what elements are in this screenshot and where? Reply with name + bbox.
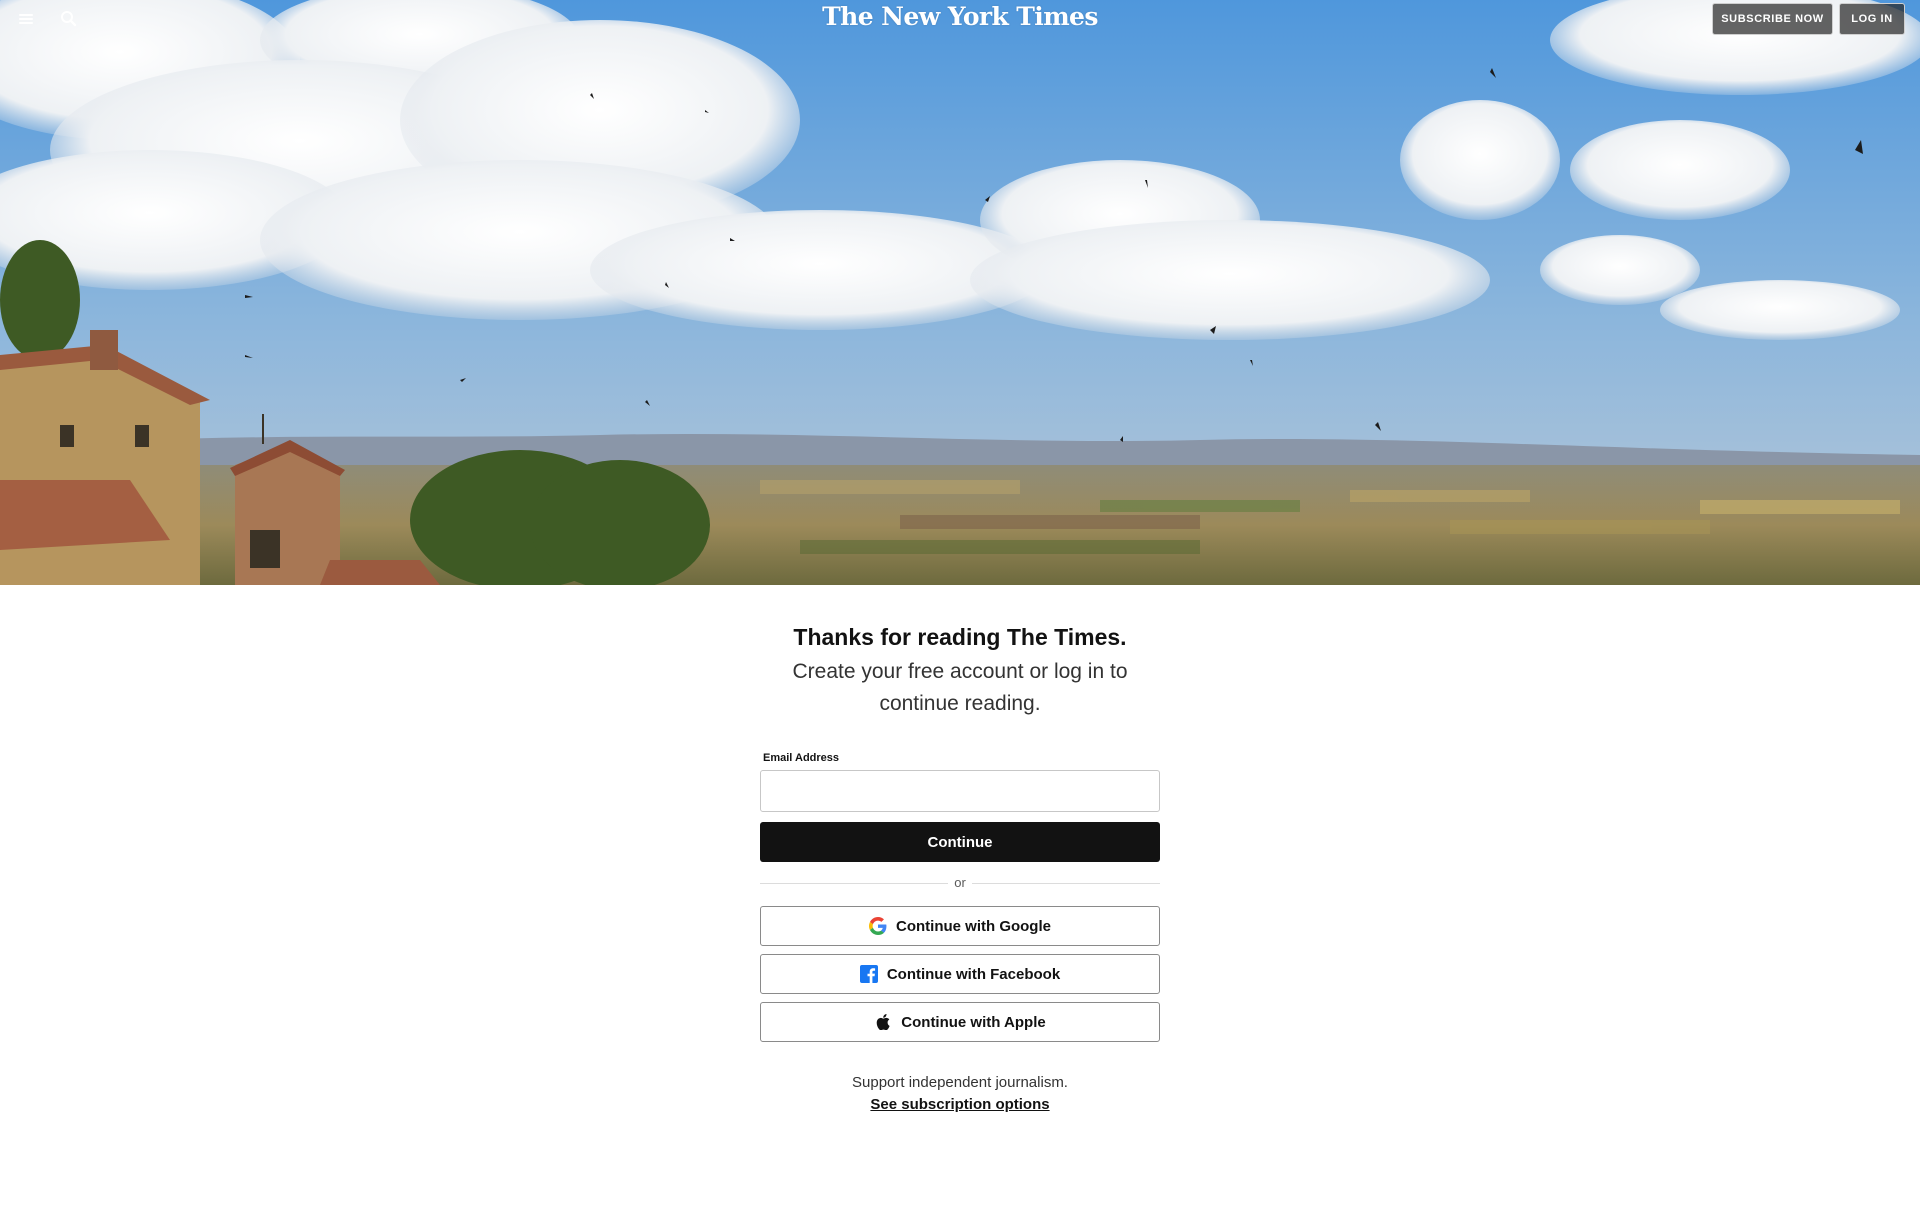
top-navigation-bar: The New York Times SUBSCRIBE NOW LOG IN — [0, 0, 1920, 40]
divider-line-right — [972, 883, 1160, 884]
continue-with-google-button[interactable]: Continue with Google — [760, 906, 1160, 946]
subscription-options-container: See subscription options — [0, 1096, 1920, 1114]
google-button-label: Continue with Google — [896, 917, 1051, 935]
apple-button-label: Continue with Apple — [901, 1013, 1046, 1031]
facebook-icon — [859, 965, 878, 983]
apple-icon — [874, 1013, 892, 1031]
continue-button[interactable]: Continue — [760, 822, 1160, 862]
facebook-button-label: Continue with Facebook — [886, 965, 1061, 983]
gate-subheading: Create your free account or log in to co… — [792, 660, 1128, 715]
or-divider: or — [760, 875, 1160, 891]
continue-with-facebook-button[interactable]: Continue with Facebook — [760, 954, 1160, 994]
email-field[interactable] — [760, 770, 1160, 812]
gate-headline: Thanks for reading The Times. — [793, 624, 1127, 650]
masthead-logo[interactable]: The New York Times — [0, 2, 1920, 31]
email-field-label: Email Address — [763, 752, 840, 764]
masthead-text: The New York Times — [822, 2, 1098, 31]
hero-landscape-image — [0, 0, 1920, 585]
hero-banner: The New York Times SUBSCRIBE NOW LOG IN — [0, 0, 1920, 585]
support-journalism-text: Support independent journalism. — [852, 1074, 1068, 1091]
subscription-options-link[interactable]: See subscription options — [870, 1096, 1049, 1113]
login-button[interactable]: LOG IN — [1839, 3, 1905, 35]
subscribe-now-button[interactable]: SUBSCRIBE NOW — [1712, 3, 1833, 35]
continue-with-apple-button[interactable]: Continue with Apple — [760, 1002, 1160, 1042]
google-icon — [869, 917, 887, 935]
